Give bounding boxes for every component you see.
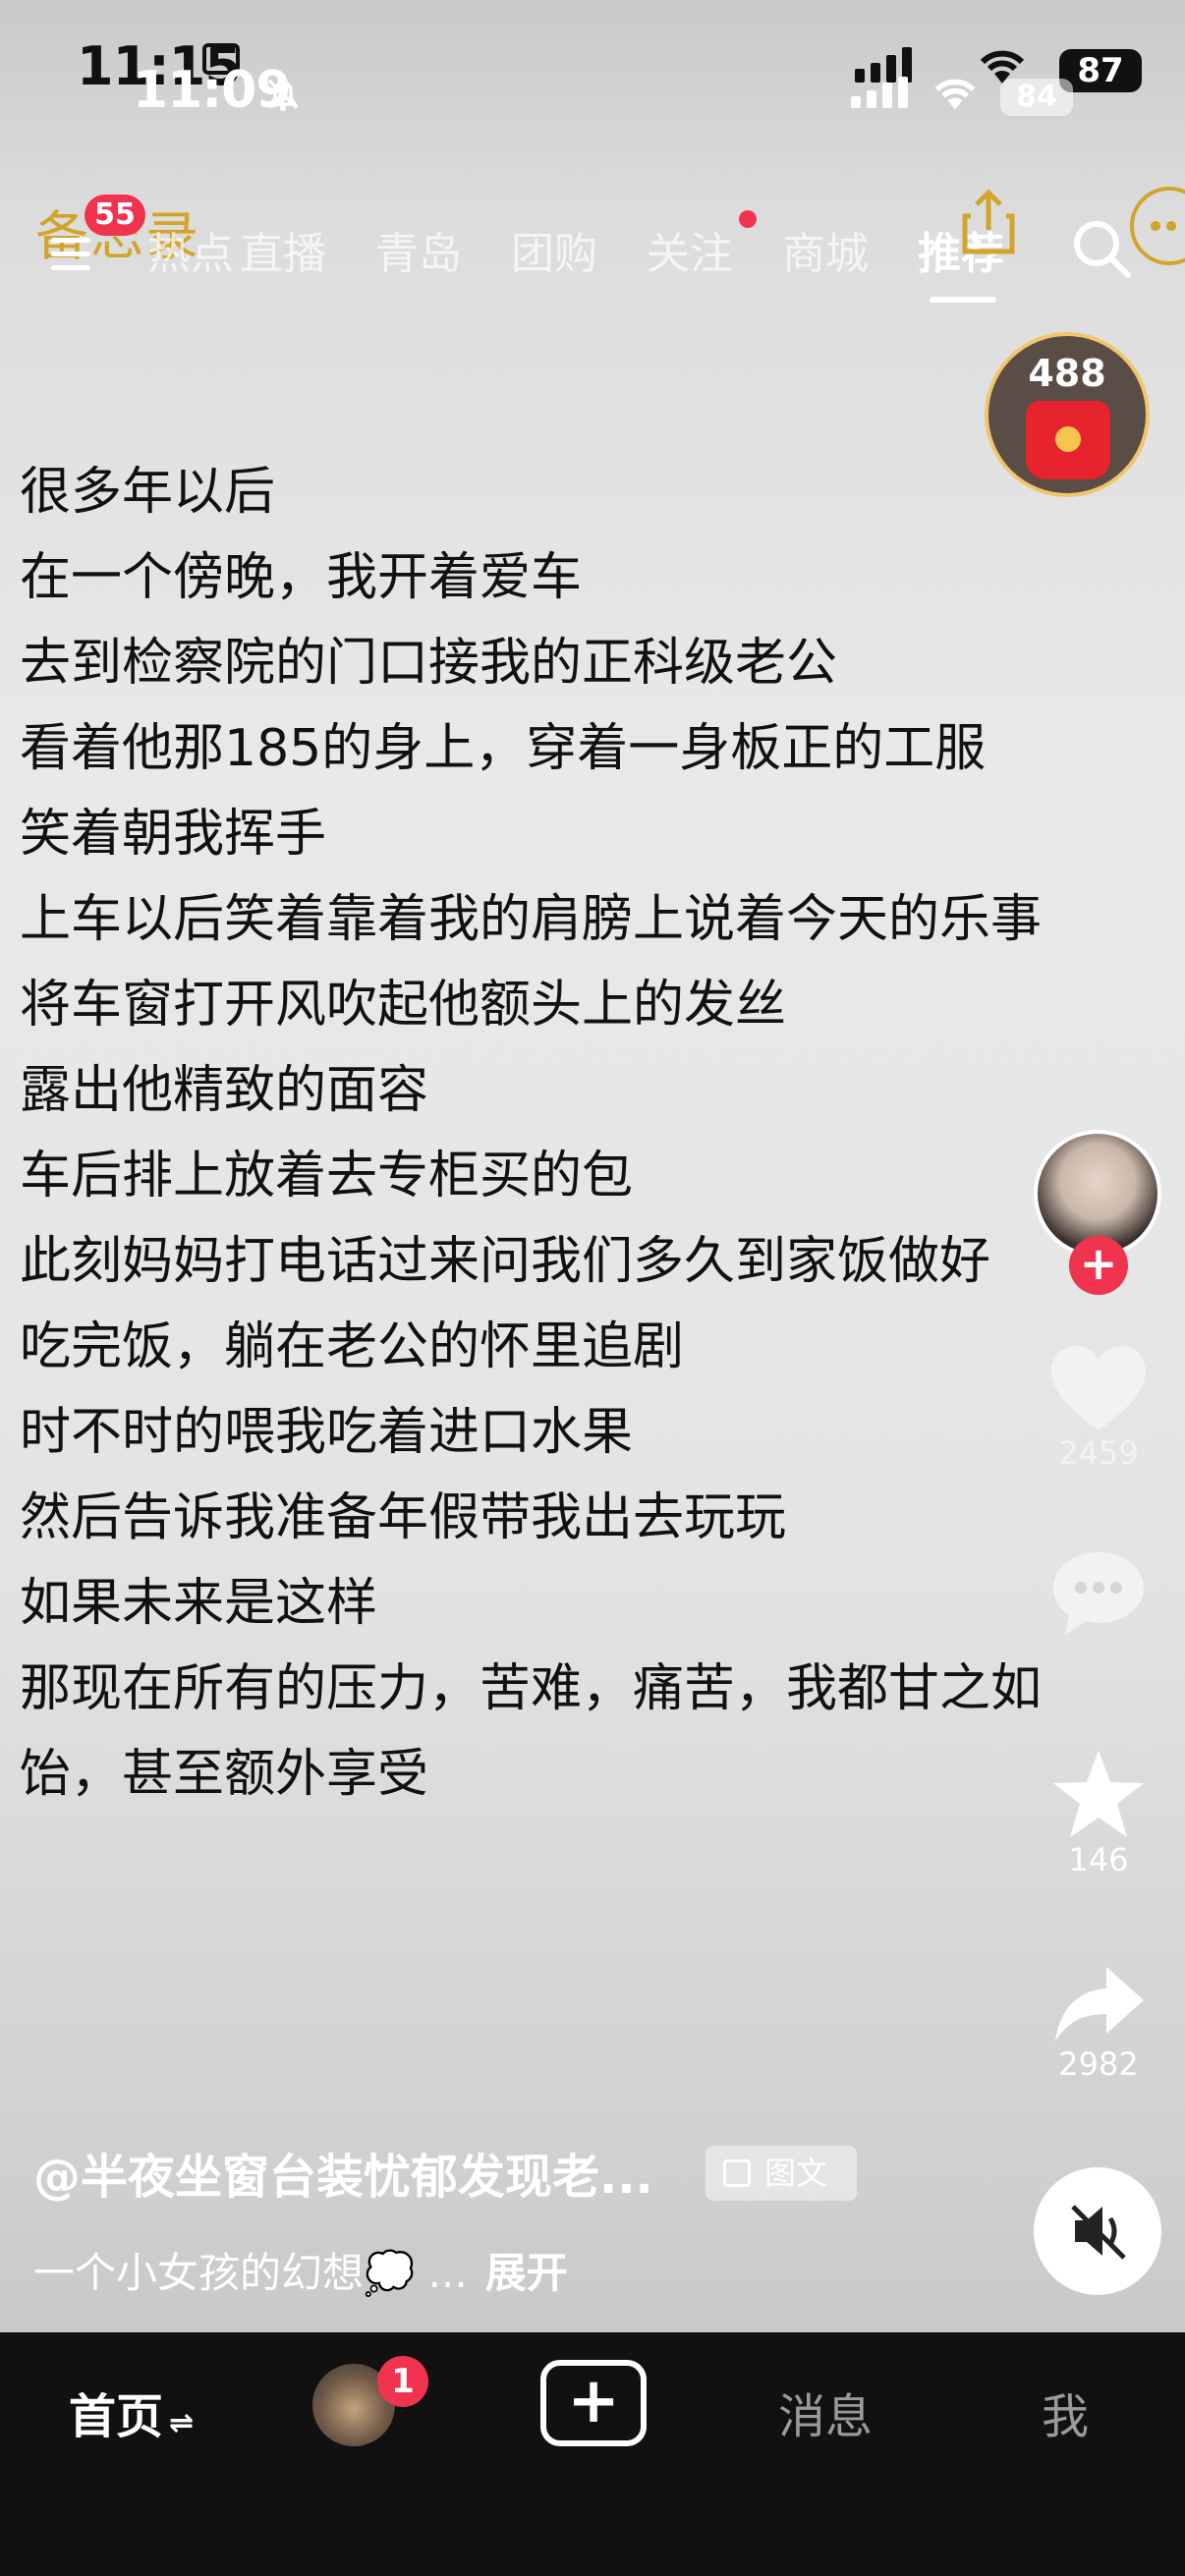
wifi-icon-2 <box>930 73 981 122</box>
following-dot <box>739 210 757 228</box>
red-packet-count: 488 <box>1028 352 1106 395</box>
post-line: 露出他精致的面容 <box>20 1061 429 1120</box>
tab-following[interactable]: 关注 <box>647 218 733 281</box>
post-line: 车后排上放着去专柜买的包 <box>20 1147 634 1205</box>
post-text: 很多年以后 在一个傍晚，我开着爱车 去到检察院的门口接我的正科级老公 看着他那1… <box>20 450 1150 1818</box>
image-text-icon <box>723 2159 751 2187</box>
post-line: 看着他那185的身上，穿着一身板正的工服 <box>20 719 987 778</box>
post-line: 如果未来是这样 <box>20 1574 378 1633</box>
cellular-signal-icon-2 <box>851 77 908 108</box>
star-icon <box>1053 1751 1144 1837</box>
switch-arrows-icon: ⇌ <box>169 2406 195 2440</box>
create-button[interactable]: + <box>540 2360 647 2446</box>
tab-qingdao[interactable]: 青岛 <box>375 218 462 281</box>
post-line: 此刻妈妈打电话过来问我们多久到家饭做好 <box>20 1232 991 1291</box>
post-line: 吃完饭，躺在老公的怀里追剧 <box>20 1317 685 1376</box>
top-nav: 备忘录 55 热点 直播 青岛 团购 关注 商城 推荐 <box>0 187 1185 305</box>
bottom-tab-bar: 首页 ⇌ 1 + 消息 我 <box>0 2332 1185 2576</box>
tab-hot[interactable]: 热点 <box>147 218 234 281</box>
mute-button[interactable] <box>1034 2167 1161 2295</box>
post-line: 时不时的喂我吃着进口水果 <box>20 1403 634 1462</box>
bell-off-icon <box>263 75 303 124</box>
caption-text: 一个小女孩的幻想💭 ... <box>33 2249 468 2297</box>
post-line: 去到检察院的门口接我的正科级老公 <box>20 634 838 693</box>
tab-home[interactable]: 首页 ⇌ <box>69 2378 194 2446</box>
post-line: 上车以后笑着靠着我的肩膀上说着今天的乐事 <box>20 890 1043 949</box>
post-line: 在一个傍晚，我开着爱车 <box>20 548 583 607</box>
tab-group-buy[interactable]: 团购 <box>511 218 597 281</box>
expand-link[interactable]: 展开 <box>485 2249 568 2297</box>
comment-icon <box>1053 1552 1144 1635</box>
post-caption: 一个小女孩的幻想💭 ... 展开 <box>33 2240 568 2300</box>
heart-icon <box>1051 1346 1146 1430</box>
tab-messages[interactable]: 消息 <box>778 2378 873 2446</box>
tab-mall[interactable]: 商城 <box>782 218 869 281</box>
tab-me[interactable]: 我 <box>1042 2378 1089 2446</box>
search-icon[interactable] <box>1069 216 1134 281</box>
speaker-muted-icon <box>1071 2205 1126 2260</box>
active-tab-indicator <box>930 297 996 303</box>
like-count: 2459 <box>1058 1434 1139 1472</box>
post-line: 那现在所有的压力，苦难，痛苦，我都甘之如 <box>20 1659 1043 1718</box>
tab-live[interactable]: 直播 <box>240 218 326 281</box>
battery-indicator-2: 84 <box>1000 79 1073 116</box>
share-icon[interactable] <box>957 187 1020 257</box>
author-name[interactable]: @半夜坐窗台装忧郁发现老... <box>33 2138 653 2207</box>
post-type-label: 图文 <box>764 2155 828 2192</box>
comment-button[interactable] <box>1035 1546 1162 1641</box>
more-icon[interactable] <box>1130 187 1185 265</box>
status-bar: 11:15 11:09 87 84 <box>0 0 1185 138</box>
follow-plus-button[interactable]: + <box>1069 1236 1128 1295</box>
favorite-count: 146 <box>1068 1841 1129 1878</box>
post-line: 很多年以后 <box>20 463 276 522</box>
post-line: 然后告诉我准备年假带我出去玩玩 <box>20 1488 787 1547</box>
favorite-button[interactable]: 146 <box>1035 1747 1162 1878</box>
like-button[interactable]: 2459 <box>1035 1342 1162 1472</box>
share-button[interactable]: 2982 <box>1035 1963 1162 2083</box>
share-arrow-icon <box>1055 1967 1144 2042</box>
post-line: 笑着朝我挥手 <box>20 805 327 864</box>
friends-badge: 1 <box>377 2356 428 2407</box>
share-count: 2982 <box>1058 2045 1139 2083</box>
menu-badge: 55 <box>85 195 145 236</box>
menu-icon[interactable] <box>51 238 90 279</box>
post-line: 饴，甚至额外享受 <box>20 1745 429 1804</box>
tab-home-label: 首页 <box>69 2389 164 2444</box>
post-line: 将车窗打开风吹起他额头上的发丝 <box>20 976 787 1035</box>
post-type-tag: 图文 <box>705 2146 857 2201</box>
